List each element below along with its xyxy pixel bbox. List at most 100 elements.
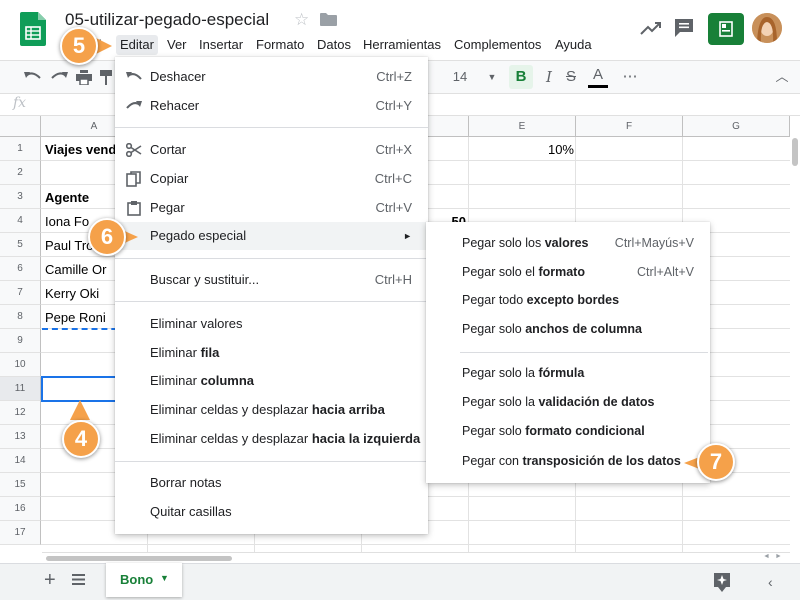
comment-icon[interactable] [674,18,694,38]
menu-item-copy[interactable]: Copiar Ctrl+C [115,165,428,193]
row-header[interactable]: 2 [0,161,41,185]
row-header[interactable]: 6 [0,257,41,281]
menu-item-remove-checkboxes[interactable]: Quitar casillas [115,498,428,526]
font-size-dropdown-icon[interactable]: ▼ [486,61,498,93]
menu-ver[interactable]: Ver [163,35,191,55]
row-header[interactable]: 4 [0,209,41,233]
explore-icon[interactable] [708,568,736,596]
row-header[interactable]: 16 [0,497,41,521]
more-options-button[interactable]: ⋯ [620,61,640,93]
row-header[interactable]: 10 [0,353,41,377]
sheets-logo-icon[interactable] [20,12,46,46]
row-header[interactable]: 17 [0,521,41,545]
menu-item-label: Pegar solo anchos de columna [462,315,642,343]
menu-insertar[interactable]: Insertar [195,35,247,55]
italic-button[interactable]: I [540,61,558,93]
cell-a6[interactable]: Camille Or [45,258,106,282]
row-header[interactable]: 13 [0,425,41,449]
menu-complementos[interactable]: Complementos [450,35,545,55]
redo-icon[interactable] [50,70,68,84]
row-header[interactable]: 5 [0,233,41,257]
menu-separator [460,352,708,353]
cell-a8[interactable]: Pepe Roni [45,306,106,330]
menu-item-delete-cells-shift-left[interactable]: Eliminar celdas y desplazar hacia la izq… [115,425,428,453]
menu-item-cut[interactable]: Cortar Ctrl+X [115,136,428,164]
row-header[interactable]: 3 [0,185,41,209]
label-bold-part: valores [544,236,589,250]
menu-item-paste-transposed[interactable]: Pegar con transposición de los datos [426,447,710,475]
avatar[interactable] [752,13,782,43]
cell-a3[interactable]: Agente [45,186,89,210]
menu-item-find-replace[interactable]: Buscar y sustituir... Ctrl+H [115,266,428,294]
column-header[interactable]: F [576,116,683,137]
collapse-toolbar-icon[interactable]: ︿ [774,61,790,93]
row-header[interactable]: 7 [0,281,41,305]
menu-item-delete-column[interactable]: Eliminar columna [115,367,428,395]
row-header[interactable]: 15 [0,473,41,497]
column-header[interactable]: E [469,116,576,137]
print-icon[interactable] [76,70,92,85]
cell-a1[interactable]: Viajes vend [45,138,116,162]
user-photo-icon [752,13,782,43]
vertical-scroll-thumb[interactable] [792,138,798,166]
menu-item-paste-all-except-borders[interactable]: Pegar todo excepto bordes [426,286,710,314]
column-header[interactable]: G [683,116,790,137]
folder-icon[interactable] [320,13,337,26]
row-header[interactable]: 14 [0,449,41,473]
menu-item-paste-values-only[interactable]: Pegar solo los valores Ctrl+Mayús+V [426,229,710,257]
cell-a5[interactable]: Paul Tro [45,234,93,258]
star-icon[interactable]: ☆ [294,11,309,29]
text-color-button[interactable]: A [588,61,608,93]
cell-e1[interactable]: 10% [469,138,574,162]
scroll-right-arrow-icon[interactable]: ► [775,553,782,560]
row-header[interactable]: 9 [0,329,41,353]
menu-item-paste-format-only[interactable]: Pegar solo el formato Ctrl+Alt+V [426,258,710,286]
row-header[interactable]: 8 [0,305,41,329]
vertical-scrollbar[interactable] [790,116,800,563]
cell-a7[interactable]: Kerry Oki [45,282,99,306]
menu-item-redo[interactable]: Rehacer Ctrl+Y [115,92,428,120]
select-all-corner[interactable] [0,116,41,137]
menu-item-paste-formula-only[interactable]: Pegar solo la fórmula [426,359,710,387]
menu-item-paste[interactable]: Pegar Ctrl+V [115,194,428,222]
side-panel-toggle-icon[interactable]: ‹ [768,574,773,590]
row-header[interactable]: 12 [0,401,41,425]
scroll-left-arrow-icon[interactable]: ◄ [763,553,770,560]
menu-item-label: Eliminar celdas y desplazar hacia la izq… [150,425,420,453]
menu-item-delete-cells-shift-up[interactable]: Eliminar celdas y desplazar hacia arriba [115,396,428,424]
document-title[interactable]: 05-utilizar-pegado-especial [65,10,269,30]
menu-item-delete-row[interactable]: Eliminar fila [115,339,428,367]
menu-formato[interactable]: Formato [252,35,308,55]
horizontal-scrollbar[interactable]: ◄ ► [42,552,790,563]
menu-item-paste-column-widths[interactable]: Pegar solo anchos de columna [426,315,710,343]
edit-menu: Deshacer Ctrl+Z Rehacer Ctrl+Y Cortar Ct… [115,57,428,534]
menu-item-paste-conditional-format[interactable]: Pegar solo formato condicional [426,417,710,445]
menu-item-delete-values[interactable]: Eliminar valores [115,310,428,338]
label-part: Eliminar [150,373,201,388]
menu-item-paste-special[interactable]: Pegado especial ► [115,222,428,250]
menu-herramientas[interactable]: Herramientas [359,35,445,55]
add-sheet-button[interactable]: + [44,570,56,590]
menu-datos[interactable]: Datos [313,35,355,55]
label-bold-part: transposición de los datos [522,454,681,468]
share-button[interactable] [708,13,744,45]
cell-a4[interactable]: Iona Fo [45,210,89,234]
menu-editar[interactable]: Editar [116,35,158,55]
chevron-down-icon[interactable]: ▼ [160,573,169,583]
paint-format-icon[interactable] [100,70,112,85]
all-sheets-menu-icon[interactable] [72,574,85,585]
menu-item-paste-data-validation[interactable]: Pegar solo la validación de datos [426,388,710,416]
font-size-field[interactable]: 14 [452,61,468,93]
row-header[interactable]: 11 [0,377,41,401]
row-header[interactable]: 1 [0,137,41,161]
horizontal-scroll-thumb[interactable] [46,556,232,561]
activity-trend-icon[interactable] [640,20,662,36]
bold-button[interactable]: B [509,65,533,89]
label-part: Pegar solo la [462,366,539,380]
menu-item-clear-notes[interactable]: Borrar notas [115,469,428,497]
sheet-tab-bono[interactable]: Bono ▼ [106,563,182,597]
menu-ayuda[interactable]: Ayuda [551,35,596,55]
strikethrough-button[interactable]: S [563,61,579,93]
menu-item-undo[interactable]: Deshacer Ctrl+Z [115,63,428,91]
undo-icon[interactable] [24,70,42,84]
